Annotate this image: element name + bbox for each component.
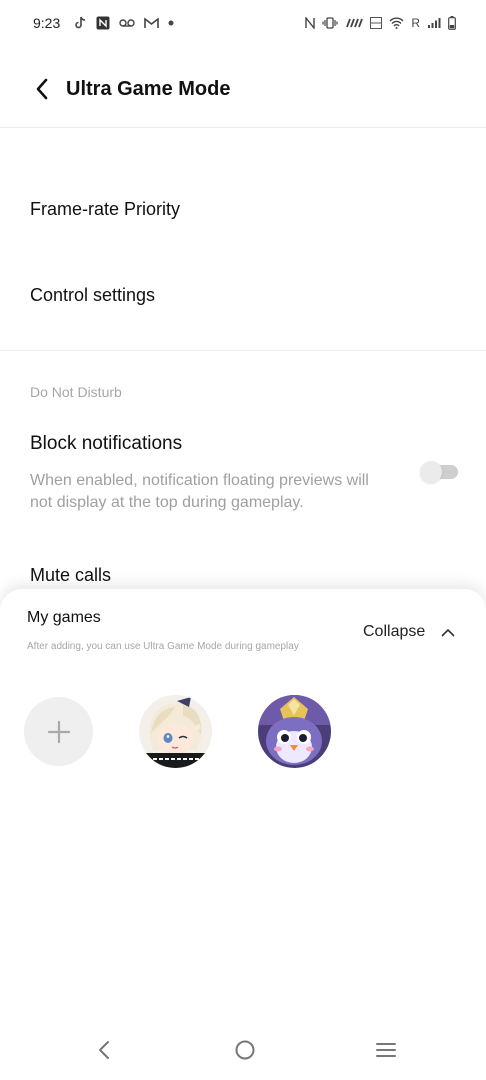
- nav-back-icon: [99, 1041, 109, 1059]
- dot-icon: [168, 15, 174, 31]
- status-left: 9:23: [33, 15, 174, 31]
- my-games-title: My games: [27, 609, 101, 626]
- chevron-up-icon: [441, 628, 455, 636]
- status-bar: 9:23 R: [0, 0, 486, 46]
- section-divider: [0, 350, 486, 351]
- wifi-icon: [389, 15, 404, 31]
- app-header: Ultra Game Mode: [0, 60, 486, 118]
- mute-calls-title[interactable]: Mute calls: [30, 565, 111, 586]
- signal-icon: [427, 15, 441, 31]
- my-games-sheet: My games After adding, you can use Ultra…: [0, 589, 486, 1080]
- page-title: Ultra Game Mode: [66, 77, 231, 100]
- header-divider: [0, 127, 486, 128]
- nav-back-button[interactable]: [92, 1038, 116, 1062]
- frame-rate-priority-item[interactable]: Frame-rate Priority: [30, 199, 180, 220]
- carrier-text: R: [411, 16, 420, 30]
- nfc-status-icon: [305, 15, 316, 31]
- block-notifications-toggle[interactable]: [420, 460, 460, 483]
- status-right: R: [305, 15, 456, 31]
- nav-home-icon: [235, 1040, 255, 1060]
- nav-home-button[interactable]: [233, 1038, 257, 1062]
- nfc-icon: [96, 15, 110, 31]
- genshin-impact-icon[interactable]: [139, 695, 212, 768]
- vibrate-icon: [322, 15, 338, 31]
- hd-icon: [345, 15, 364, 31]
- navigation-bar: [0, 1020, 486, 1080]
- voicemail-icon: [119, 15, 135, 31]
- add-game-button[interactable]: [24, 697, 93, 766]
- games-row: [24, 695, 331, 768]
- nav-menu-icon: [376, 1043, 396, 1057]
- auto-chess-icon[interactable]: [258, 695, 331, 768]
- nav-recents-button[interactable]: [374, 1038, 398, 1062]
- battery-icon: [448, 15, 456, 31]
- dnd-section-label: Do Not Disturb: [30, 384, 122, 400]
- toggle-knob: [420, 461, 442, 483]
- chevron-left-icon: [36, 78, 48, 100]
- volte-icon: [370, 15, 383, 31]
- gmail-icon: [144, 15, 160, 31]
- collapse-label: Collapse: [363, 623, 426, 640]
- status-time: 9:23: [33, 15, 61, 31]
- plus-icon: [47, 720, 70, 743]
- block-notifications-title: Block notifications: [30, 433, 183, 454]
- back-button[interactable]: [22, 69, 62, 109]
- block-notifications-description: When enabled, notification floating prev…: [30, 472, 369, 511]
- tiktok-icon: [73, 15, 87, 31]
- control-settings-item[interactable]: Control settings: [30, 285, 155, 306]
- collapse-button[interactable]: Collapse: [363, 623, 455, 641]
- my-games-subtitle: After adding, you can use Ultra Game Mod…: [27, 641, 299, 652]
